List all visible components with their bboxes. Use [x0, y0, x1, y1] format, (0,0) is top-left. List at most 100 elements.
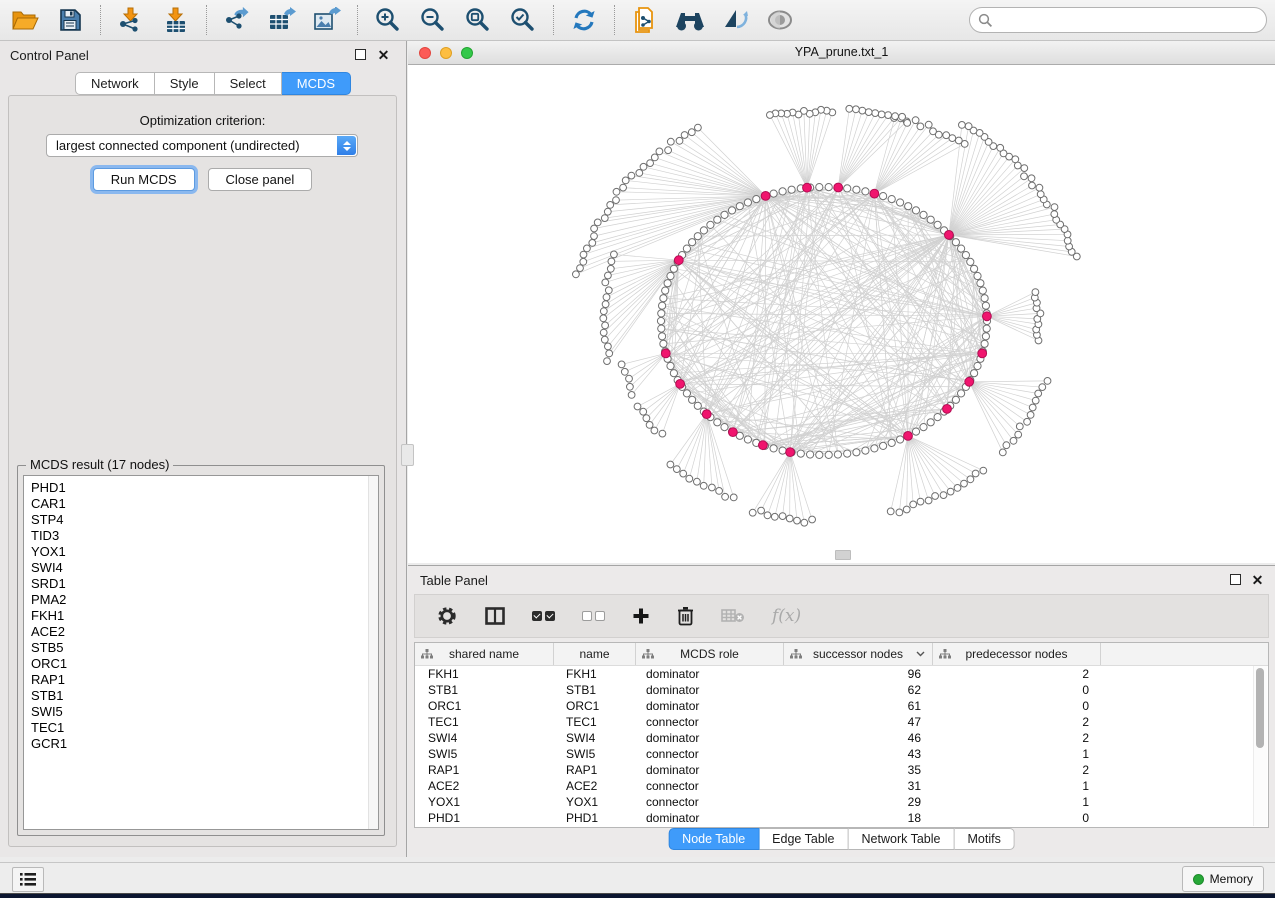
control-panel-close-button[interactable]: ✕ — [376, 47, 391, 62]
delete-column-icon[interactable] — [677, 606, 694, 626]
table-cell-empty — [1101, 682, 1268, 698]
table-cell: 2 — [933, 714, 1101, 730]
mcds-result-node[interactable]: RAP1 — [31, 672, 378, 688]
close-icon: ✕ — [378, 48, 390, 62]
task-history-button[interactable] — [12, 867, 44, 892]
table-row[interactable]: SWI4SWI4dominator462 — [415, 730, 1268, 746]
control-panel-tabs: Network Style Select MCDS — [75, 72, 351, 95]
mcds-result-node[interactable]: STP4 — [31, 512, 378, 528]
mcds-result-node[interactable]: SRD1 — [31, 576, 378, 592]
export-table-icon[interactable] — [267, 5, 297, 35]
canvas-splitter-grip[interactable] — [835, 550, 851, 560]
refresh-layout-icon[interactable] — [569, 5, 599, 35]
show-columns-icon[interactable] — [485, 607, 505, 625]
optimization-criterion-label: Optimization criterion: — [9, 113, 396, 128]
export-image-icon[interactable] — [312, 5, 342, 35]
open-file-icon[interactable] — [10, 5, 40, 35]
mcds-result-node[interactable]: SWI4 — [31, 560, 378, 576]
column-header-mcds-role[interactable]: MCDS role — [636, 643, 784, 665]
zoom-fit-icon[interactable] — [463, 5, 493, 35]
network-canvas[interactable] — [408, 65, 1275, 563]
mcds-list-scrollbar[interactable] — [368, 476, 378, 829]
tab-node-table[interactable]: Node Table — [668, 828, 759, 850]
table-scrollbar-track[interactable] — [1253, 666, 1267, 826]
export-network-icon[interactable] — [222, 5, 252, 35]
show-hide-graphic-details-icon[interactable] — [720, 5, 750, 35]
table-cell: 0 — [933, 698, 1101, 714]
select-all-icon[interactable] — [532, 611, 555, 621]
tab-network-table[interactable]: Network Table — [849, 828, 955, 850]
table-panel-float-button[interactable] — [1228, 572, 1243, 587]
search-input[interactable] — [993, 9, 1266, 31]
search-binoculars-icon[interactable] — [675, 5, 705, 35]
table-cell: connector — [636, 778, 784, 794]
mcds-result-list[interactable]: PHD1CAR1STP4TID3YOX1SWI4SRD1PMA2FKH1ACE2… — [23, 475, 379, 830]
close-icon: ✕ — [1252, 573, 1264, 587]
mcds-result-node[interactable]: GCR1 — [31, 736, 378, 752]
table-row[interactable]: ORC1ORC1dominator610 — [415, 698, 1268, 714]
table-scrollbar-thumb[interactable] — [1256, 668, 1264, 748]
column-label: predecessor nodes — [965, 647, 1067, 661]
tab-select[interactable]: Select — [215, 72, 282, 95]
column-header-predecessor-nodes[interactable]: predecessor nodes — [933, 643, 1101, 665]
mcds-result-node[interactable]: TID3 — [31, 528, 378, 544]
tab-style[interactable]: Style — [155, 72, 215, 95]
select-stepper-icon — [337, 136, 356, 155]
mcds-result-node[interactable]: FKH1 — [31, 608, 378, 624]
table-row[interactable]: SWI5SWI5connector431 — [415, 746, 1268, 762]
mcds-result-node[interactable]: STB5 — [31, 640, 378, 656]
table-row[interactable]: RAP1RAP1dominator352 — [415, 762, 1268, 778]
zoom-selected-icon[interactable] — [508, 5, 538, 35]
table-row[interactable]: STB1STB1dominator620 — [415, 682, 1268, 698]
table-cell: dominator — [636, 810, 784, 826]
import-network-icon[interactable] — [116, 5, 146, 35]
mcds-result-node[interactable]: YOX1 — [31, 544, 378, 560]
memory-button[interactable]: Memory — [1182, 866, 1264, 892]
mcds-result-node[interactable]: ORC1 — [31, 656, 378, 672]
network-canvas-svg — [408, 65, 1275, 563]
mcds-result-node[interactable]: STB1 — [31, 688, 378, 704]
mcds-result-node[interactable]: TEC1 — [31, 720, 378, 736]
table-panel-close-button[interactable]: ✕ — [1250, 572, 1265, 587]
optimization-criterion-select[interactable]: largest connected component (undirected) — [46, 134, 358, 157]
panel-splitter-grip[interactable] — [401, 444, 414, 466]
import-table-icon[interactable] — [161, 5, 191, 35]
zoom-out-icon[interactable] — [418, 5, 448, 35]
tab-motifs[interactable]: Motifs — [954, 828, 1014, 850]
deselect-all-icon[interactable] — [582, 611, 605, 621]
table-cell: 1 — [933, 778, 1101, 794]
mcds-result-node[interactable]: SWI5 — [31, 704, 378, 720]
table-cell: dominator — [636, 698, 784, 714]
table-row[interactable]: FKH1FKH1dominator962 — [415, 666, 1268, 682]
mcds-buttons-row: Run MCDS Close panel — [9, 168, 396, 191]
tab-network[interactable]: Network — [75, 72, 155, 95]
table-row[interactable]: TEC1TEC1connector472 — [415, 714, 1268, 730]
mcds-result-node[interactable]: PMA2 — [31, 592, 378, 608]
tab-edge-table[interactable]: Edge Table — [759, 828, 848, 850]
column-header-shared-name[interactable]: shared name — [415, 643, 554, 665]
table-row[interactable]: ACE2ACE2connector311 — [415, 778, 1268, 794]
status-bar: Memory — [0, 862, 1275, 893]
table-cell: STB1 — [554, 682, 636, 698]
table-cell: 18 — [784, 810, 933, 826]
mcds-result-node[interactable]: CAR1 — [31, 496, 378, 512]
table-row[interactable]: YOX1YOX1connector291 — [415, 794, 1268, 810]
tab-mcds[interactable]: MCDS — [282, 72, 351, 95]
control-panel-float-button[interactable] — [353, 47, 368, 62]
zoom-in-icon[interactable] — [373, 5, 403, 35]
mcds-result-node[interactable]: PHD1 — [31, 480, 378, 496]
bird-eye-view-icon[interactable] — [765, 5, 795, 35]
new-network-from-selection-icon[interactable] — [630, 5, 660, 35]
run-mcds-button[interactable]: Run MCDS — [93, 168, 195, 191]
table-row[interactable]: PHD1PHD1dominator180 — [415, 810, 1268, 826]
table-cell: 47 — [784, 714, 933, 730]
search-box[interactable] — [969, 7, 1267, 33]
mcds-result-node[interactable]: ACE2 — [31, 624, 378, 640]
column-header-successor-nodes[interactable]: successor nodes — [784, 643, 933, 665]
close-panel-button[interactable]: Close panel — [208, 168, 313, 191]
add-column-icon[interactable] — [632, 607, 650, 625]
save-session-icon[interactable] — [55, 5, 85, 35]
table-settings-icon[interactable] — [436, 605, 458, 627]
column-header-name[interactable]: name — [554, 643, 636, 665]
table-cell: SWI5 — [554, 746, 636, 762]
